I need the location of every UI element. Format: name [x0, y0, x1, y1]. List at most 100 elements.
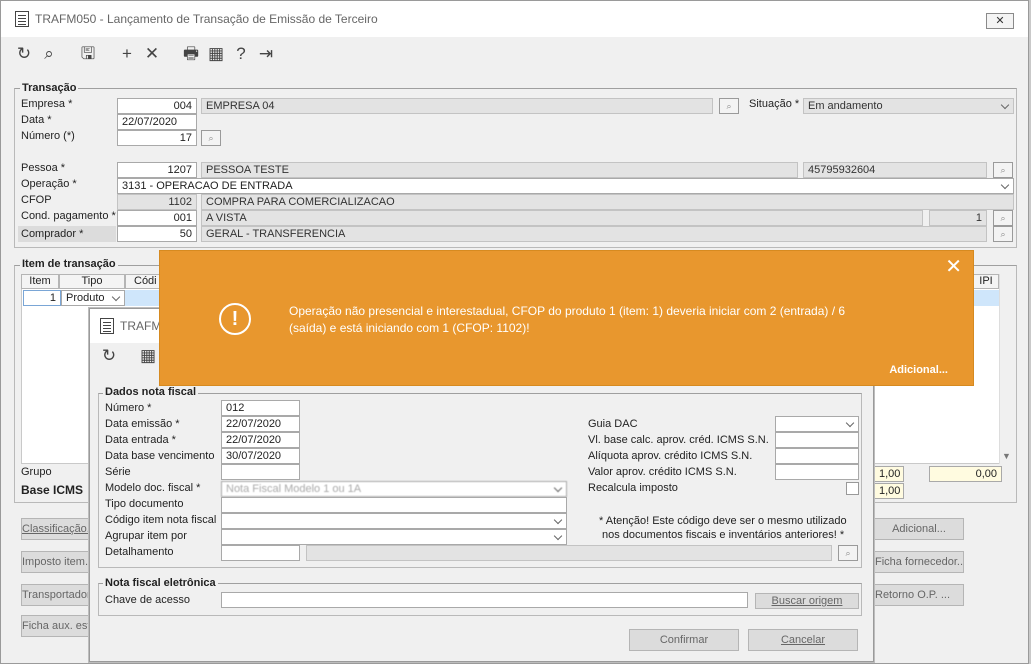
refresh-icon[interactable]: ↻	[98, 345, 120, 367]
refresh-icon[interactable]: ↻	[13, 43, 35, 65]
search-icon[interactable]: ⌕	[38, 43, 60, 65]
nf-modelo-label: Modelo doc. fiscal *	[105, 482, 201, 494]
cond-pagamento-qty-field: 1	[929, 210, 987, 226]
pessoa-lookup-button[interactable]: ⌕	[993, 162, 1013, 178]
itens-legend: Item de transação	[20, 258, 118, 270]
guia-dac-select[interactable]	[775, 416, 859, 432]
col-ipi-header[interactable]: IPI	[973, 274, 999, 289]
dialog-title: TRAFM	[120, 319, 162, 333]
calendar-icon[interactable]: ▦	[137, 345, 159, 367]
empresa-code-input[interactable]: 004	[117, 98, 197, 114]
valor-aprov-label: Valor aprov. crédito ICMS S.N.	[588, 466, 737, 478]
calendar-icon[interactable]: ▦	[205, 43, 227, 65]
col-tipo-header[interactable]: Tipo	[59, 274, 125, 289]
toast-adicional-link[interactable]: Adicional...	[889, 364, 948, 376]
chave-acesso-input[interactable]	[221, 592, 748, 608]
numero-lookup-button[interactable]: ⌕	[201, 130, 221, 146]
recalcula-checkbox[interactable]	[846, 482, 859, 495]
pessoa-doc-field: 45795932604	[803, 162, 987, 178]
cond-pagamento-label: Cond. pagamento *	[21, 210, 116, 222]
exit-icon[interactable]: ⇥	[255, 43, 277, 65]
data-input[interactable]: 22/07/2020	[117, 114, 197, 130]
add-icon[interactable]: +	[116, 43, 138, 65]
numero-input[interactable]: 17	[117, 130, 197, 146]
cond-pagamento-code-input[interactable]: 001	[117, 210, 197, 226]
nf-codigo-item-select[interactable]	[221, 513, 567, 529]
cancelar-button[interactable]: Cancelar	[748, 629, 858, 651]
cfop-desc-field: COMPRA PARA COMERCIALIZACAO	[201, 194, 1014, 210]
nf-detalhamento-code-input[interactable]	[221, 545, 300, 561]
aliquota-input[interactable]	[775, 448, 859, 464]
transportadora-button[interactable]: Transportadora...	[21, 584, 93, 606]
nf-serie-input[interactable]	[221, 464, 300, 480]
document-icon	[15, 11, 29, 27]
recalcula-label: Recalcula imposto	[588, 482, 678, 494]
classificacao-button[interactable]: Classificação...	[21, 518, 93, 540]
row-tipo-cell[interactable]: Produto	[61, 290, 125, 306]
operacao-select[interactable]: 3131 - OPERACAO DE ENTRADA	[117, 178, 1014, 194]
situacao-label: Situação *	[749, 98, 800, 110]
confirmar-button[interactable]: Confirmar	[629, 629, 739, 651]
itens-scrollbar[interactable]	[999, 274, 1015, 464]
cfop-label: CFOP	[21, 194, 52, 206]
comprador-code-input[interactable]: 50	[117, 226, 197, 242]
pessoa-code-input[interactable]: 1207	[117, 162, 197, 178]
buscar-origem-button[interactable]: Buscar origem	[755, 593, 859, 609]
retorno-op-button[interactable]: Retorno O.P. ...	[874, 584, 964, 606]
nf-agrupar-label: Agrupar item por	[105, 530, 187, 542]
imposto-item-button[interactable]: Imposto item...	[21, 551, 93, 573]
document-icon	[100, 318, 114, 334]
nfe-legend: Nota fiscal eletrônica	[103, 577, 218, 589]
nf-numero-label: Número *	[105, 402, 152, 414]
adicional-button[interactable]: Adicional...	[874, 518, 964, 540]
row-item-cell[interactable]: 1	[23, 290, 61, 306]
ficha-aux-button[interactable]: Ficha aux. estoque...	[21, 615, 93, 637]
delete-icon[interactable]: ✕	[141, 43, 163, 65]
cond-pagamento-desc-field: A VISTA	[201, 210, 923, 226]
aviso-line-1: * Atenção! Este código deve ser o mesmo …	[599, 515, 847, 527]
operacao-label: Operação *	[21, 178, 77, 190]
nf-numero-input[interactable]: 012	[221, 400, 300, 416]
nf-tipo-doc-input[interactable]	[221, 497, 567, 513]
empresa-name-field: EMPRESA 04	[201, 98, 713, 114]
empresa-lookup-button[interactable]: ⌕	[719, 98, 739, 114]
nf-entrada-label: Data entrada *	[105, 434, 176, 446]
nf-detalhamento-label: Detalhamento	[105, 546, 174, 558]
nf-serie-label: Série	[105, 466, 131, 478]
transacao-legend: Transação	[20, 82, 79, 94]
print-icon[interactable]: 🖶	[180, 43, 202, 65]
main-titlebar: TRAFM050 - Lançamento de Transação de Em…	[1, 1, 1028, 37]
pessoa-name-field: PESSOA TESTE	[201, 162, 798, 178]
valor-aprov-input[interactable]	[775, 464, 859, 480]
help-icon[interactable]: ?	[230, 43, 252, 65]
scroll-down-icon[interactable]: ▼	[1002, 451, 1011, 461]
close-icon[interactable]: ✕	[945, 257, 962, 277]
window-title: TRAFM050 - Lançamento de Transação de Em…	[35, 12, 378, 26]
vl-base-input[interactable]	[775, 432, 859, 448]
nf-detalhamento-lookup-button[interactable]: ⌕	[838, 545, 858, 561]
nf-vencimento-input[interactable]: 30/07/2020	[221, 448, 300, 464]
warning-toast: ! Operação não presencial e interestadua…	[159, 250, 974, 386]
nf-vencimento-label: Data base vencimento	[105, 450, 215, 462]
close-window-button[interactable]: ✕	[986, 13, 1014, 29]
nf-emissao-label: Data emissão *	[105, 418, 180, 430]
grupo-value-2: 0,00	[929, 466, 1002, 482]
chave-acesso-label: Chave de acesso	[105, 594, 190, 606]
nf-agrupar-select[interactable]	[221, 529, 567, 545]
grupo-label: Grupo	[21, 466, 52, 478]
col-item-header[interactable]: Item	[21, 274, 59, 289]
comprador-label: Comprador *	[18, 226, 116, 242]
vl-base-label: Vl. base calc. aprov. créd. ICMS S.N.	[588, 434, 769, 446]
save-icon[interactable]: 🖫	[77, 43, 99, 65]
guia-dac-label: Guia DAC	[588, 418, 638, 430]
nf-emissao-input[interactable]: 22/07/2020	[221, 416, 300, 432]
nf-modelo-select[interactable]: Nota Fiscal Modelo 1 ou 1A	[221, 481, 567, 497]
nf-entrada-input[interactable]: 22/07/2020	[221, 432, 300, 448]
situacao-select[interactable]: Em andamento	[803, 98, 1014, 114]
dados-nf-legend: Dados nota fiscal	[103, 386, 199, 398]
ficha-fornecedor-button[interactable]: Ficha fornecedor...	[874, 551, 964, 573]
cond-pagamento-lookup-button[interactable]: ⌕	[993, 210, 1013, 226]
alert-circle-icon: !	[219, 303, 251, 335]
base-icms-value: 1,00	[874, 483, 904, 499]
comprador-lookup-button[interactable]: ⌕	[993, 226, 1013, 242]
